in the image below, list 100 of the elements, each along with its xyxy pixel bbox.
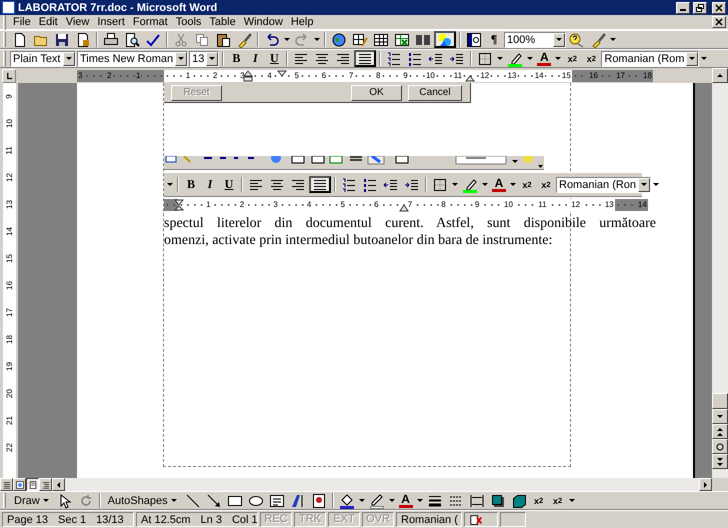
caret-icon bbox=[717, 415, 723, 418]
outline-view-button[interactable] bbox=[39, 478, 52, 491]
scroll-left-button[interactable] bbox=[52, 478, 65, 491]
caret-icon[interactable] bbox=[284, 38, 290, 41]
autoshapes-menu-button[interactable]: AutoShapes bbox=[104, 492, 182, 509]
justify-button[interactable] bbox=[309, 176, 331, 193]
caret-icon[interactable] bbox=[358, 499, 365, 502]
justify-button[interactable] bbox=[354, 50, 376, 67]
indent-marker[interactable] bbox=[243, 70, 253, 82]
spreadsheet-icon bbox=[394, 32, 410, 48]
scroll-right-button[interactable] bbox=[699, 478, 712, 491]
menu-item[interactable]: Table bbox=[205, 16, 240, 28]
caret-icon[interactable] bbox=[482, 183, 488, 186]
tab-selector[interactable] bbox=[2, 68, 16, 82]
scroll-thumb[interactable] bbox=[712, 393, 728, 409]
caret-icon[interactable] bbox=[510, 183, 516, 186]
underline-button[interactable]: U bbox=[220, 176, 238, 193]
numbered-list-icon bbox=[386, 50, 402, 66]
font-color-button[interactable]: A bbox=[535, 50, 554, 67]
underline-button[interactable]: U bbox=[265, 50, 284, 67]
ruler-number: 15 bbox=[560, 70, 572, 80]
menu-item[interactable]: Tools bbox=[172, 16, 206, 28]
language-select[interactable]: Romanian (Ron bbox=[556, 176, 652, 192]
document-map-button[interactable] bbox=[464, 31, 484, 48]
normal-view-button[interactable] bbox=[0, 478, 13, 491]
menu-item[interactable]: View bbox=[62, 16, 94, 28]
print-layout-button[interactable] bbox=[26, 478, 39, 491]
drawing-button[interactable] bbox=[434, 31, 456, 48]
ruler-number: 21 bbox=[4, 416, 14, 425]
draw-menu-button[interactable]: Draw bbox=[10, 492, 54, 509]
menu-item[interactable]: Window bbox=[240, 16, 287, 28]
caret-icon bbox=[704, 482, 707, 488]
close-document-button[interactable] bbox=[712, 16, 726, 28]
caret-icon[interactable] bbox=[416, 499, 423, 502]
menu-item[interactable]: File bbox=[9, 16, 35, 28]
dialog-button[interactable]: OK bbox=[351, 84, 402, 100]
ruler-number: 8 bbox=[375, 70, 382, 80]
print-button[interactable] bbox=[101, 31, 121, 48]
zoom-select[interactable]: 100% bbox=[504, 32, 566, 48]
tables-borders-button[interactable] bbox=[350, 31, 370, 48]
app-icon bbox=[2, 1, 15, 14]
horizontal-scrollbar[interactable] bbox=[65, 478, 699, 491]
insert-table-button[interactable] bbox=[371, 31, 391, 48]
caret-icon[interactable] bbox=[209, 57, 216, 60]
ruler-number: 10 bbox=[424, 70, 436, 80]
previous-page-button[interactable] bbox=[712, 424, 728, 439]
font-color-button[interactable]: A bbox=[490, 176, 508, 193]
web-view-button[interactable] bbox=[13, 478, 26, 491]
caret-icon[interactable] bbox=[527, 57, 534, 60]
font-color-button[interactable]: A bbox=[396, 492, 415, 509]
scroll-down-button[interactable] bbox=[712, 409, 728, 424]
style-select[interactable]: Plain Text bbox=[10, 50, 76, 66]
brush-icon bbox=[236, 32, 252, 48]
printer-icon bbox=[103, 32, 119, 48]
caret-icon[interactable] bbox=[178, 57, 184, 60]
caret-icon[interactable] bbox=[452, 183, 458, 186]
font-select[interactable]: Times New Roman bbox=[77, 50, 188, 66]
caret-icon[interactable] bbox=[314, 38, 320, 41]
italic-button[interactable]: I bbox=[246, 50, 264, 67]
ruler-number: 14 bbox=[636, 200, 648, 210]
help-icon bbox=[569, 32, 585, 48]
indent-marker[interactable] bbox=[277, 70, 287, 76]
menu-item[interactable]: Format bbox=[128, 16, 172, 28]
caret-icon[interactable] bbox=[167, 183, 173, 186]
italic-button[interactable]: I bbox=[201, 176, 219, 193]
ruler-number: 16 bbox=[4, 281, 14, 290]
ruler-number: 3 bbox=[77, 70, 84, 80]
spelling-status[interactable] bbox=[464, 512, 498, 527]
ruler-number: 19 bbox=[4, 362, 14, 371]
bold-button[interactable]: B bbox=[227, 50, 246, 67]
caret-icon[interactable] bbox=[555, 57, 562, 60]
show-formatting-button[interactable]: ¶ bbox=[485, 31, 503, 48]
normal-view-icon bbox=[2, 480, 12, 490]
insert-worksheet-button[interactable] bbox=[392, 31, 412, 48]
caret-icon bbox=[170, 499, 177, 502]
scroll-up-button[interactable] bbox=[712, 68, 728, 83]
caret-icon[interactable] bbox=[388, 499, 395, 502]
restore-button[interactable] bbox=[693, 2, 707, 14]
caret-icon[interactable] bbox=[568, 499, 575, 502]
next-page-button[interactable] bbox=[712, 454, 728, 469]
ruler-number: 11 bbox=[452, 70, 464, 80]
highlighter-icon bbox=[462, 176, 478, 192]
font-size-select[interactable]: 13 bbox=[189, 50, 220, 66]
table-icon bbox=[373, 32, 389, 48]
browse-object-button[interactable] bbox=[712, 439, 728, 454]
brush-icon bbox=[590, 32, 606, 48]
vertical-scrollbar[interactable] bbox=[712, 68, 728, 478]
caret-icon[interactable] bbox=[556, 38, 562, 41]
menu-item[interactable]: Edit bbox=[34, 16, 62, 28]
ruler-number: 22 bbox=[4, 443, 14, 452]
menu-item[interactable]: Insert bbox=[93, 16, 129, 28]
menu-item[interactable]: Help bbox=[286, 16, 318, 28]
close-button[interactable] bbox=[712, 2, 726, 14]
minimize-button[interactable] bbox=[676, 2, 690, 14]
bold-button[interactable]: B bbox=[182, 176, 200, 193]
language-select[interactable]: Romanian (Rom bbox=[601, 50, 700, 66]
caret-icon[interactable] bbox=[497, 57, 504, 60]
caret-icon[interactable] bbox=[66, 57, 72, 60]
dialog-button[interactable]: Cancel bbox=[408, 84, 462, 100]
caret-icon[interactable] bbox=[610, 38, 616, 41]
